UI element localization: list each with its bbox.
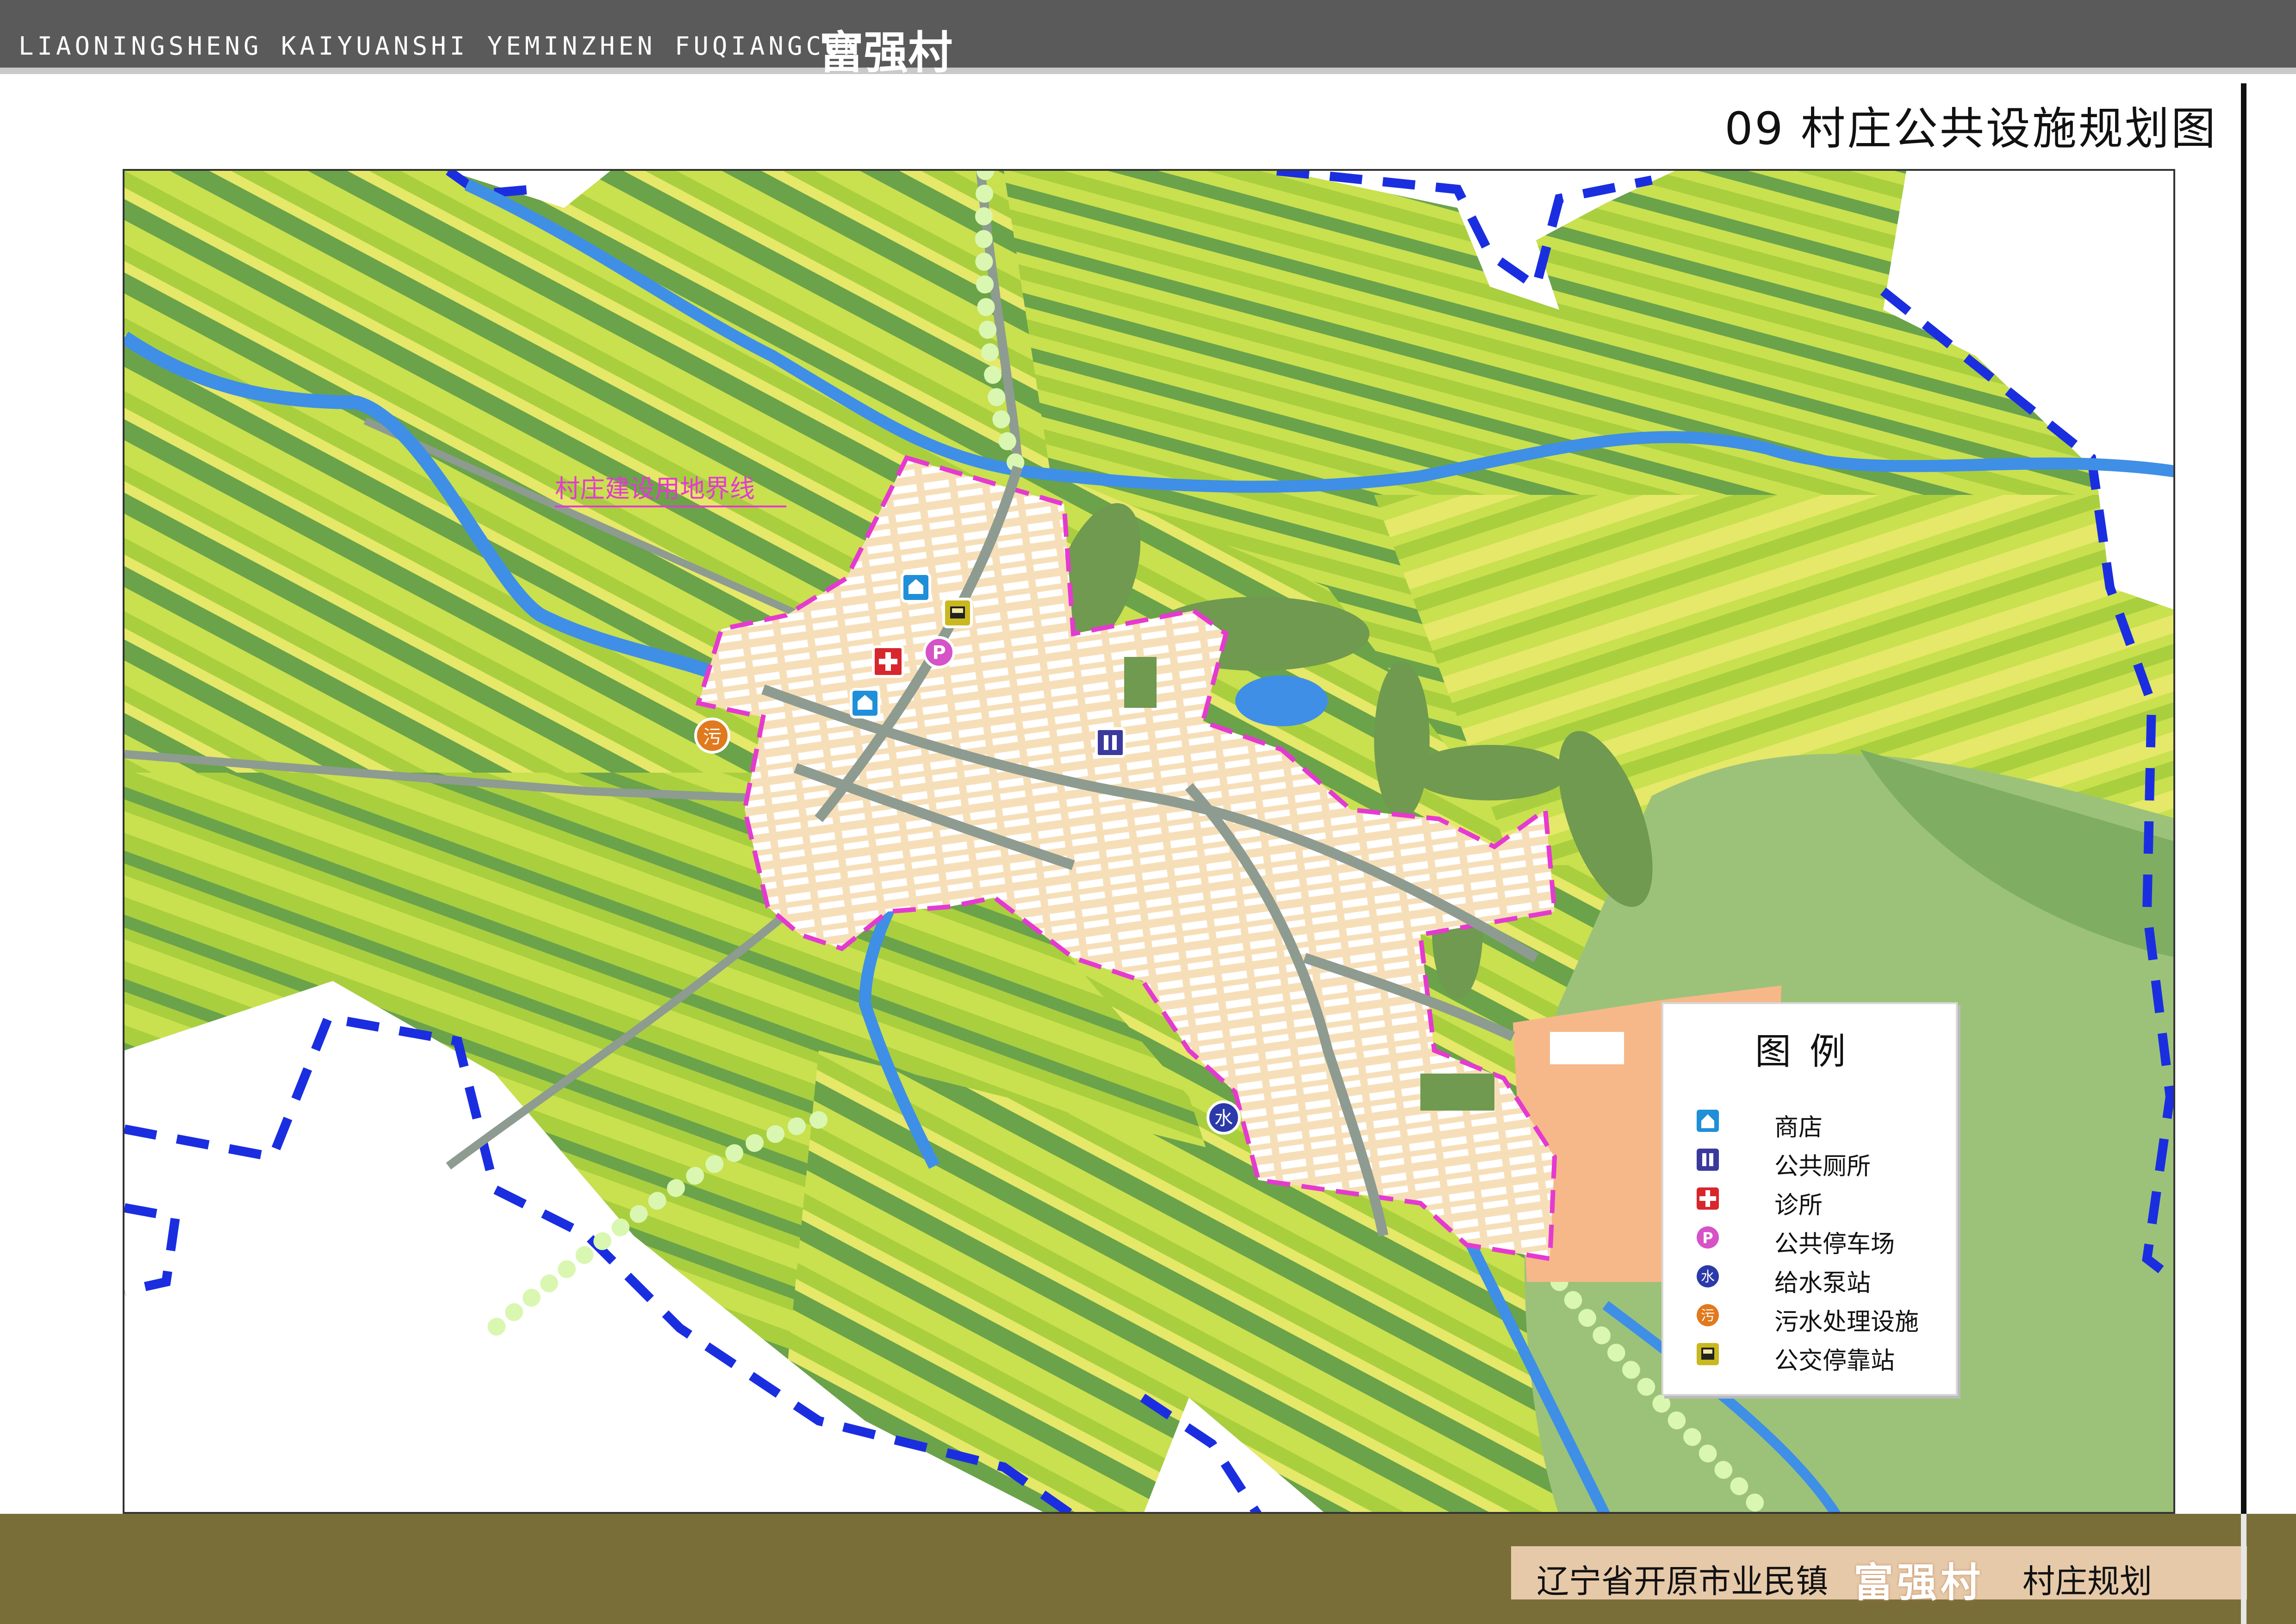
clinic-icon <box>1697 1187 1719 1210</box>
toilet-marker[interactable] <box>1095 727 1126 758</box>
sewage-icon: 污 <box>1697 1304 1719 1326</box>
legend-item-label: 公共厕所 <box>1774 1153 1871 1181</box>
legend-item-label: 商店 <box>1774 1114 1823 1142</box>
shop-marker[interactable] <box>850 688 880 718</box>
water-pump-marker[interactable]: 水 <box>1207 1100 1241 1135</box>
shop-icon <box>1697 1110 1719 1132</box>
legend-title: 图例 <box>1755 1031 1864 1073</box>
parking-icon: P <box>1697 1226 1719 1249</box>
legend-item-label: 公共停车场 <box>1774 1230 1895 1258</box>
woodland-patch <box>1411 745 1568 800</box>
legend-panel: 图例 商店公共厕所诊所 P 公共停车场水 给水泵站污 污水处理设施 公交停靠站 <box>1661 1002 1958 1396</box>
footer-prefix: 辽宁省开原市业民镇 <box>1537 1562 1828 1600</box>
footer-divider <box>2241 1514 2246 1624</box>
clinic-marker[interactable] <box>872 645 904 678</box>
legend-item-label: 公交停靠站 <box>1774 1347 1895 1375</box>
green-plot <box>1420 1074 1494 1111</box>
toilet-icon <box>1697 1149 1719 1171</box>
legend-item-label: 污水处理设施 <box>1774 1308 1919 1336</box>
woodland-patch <box>1374 662 1430 819</box>
header-title-en: LIAONINGSHENG KAIYUANSHI YEMINZHEN FUQIA… <box>19 31 862 61</box>
sewage-marker[interactable]: 污 <box>694 718 730 754</box>
footer-suffix: 村庄规划 <box>2022 1562 2152 1600</box>
legend-item-label: 诊所 <box>1774 1192 1823 1219</box>
water-pump-icon: 水 <box>1697 1265 1719 1287</box>
footer-title: 辽宁省开原市业民镇 富强村 村庄规划 <box>1511 1546 2247 1606</box>
green-plot <box>1124 657 1157 708</box>
svg-text:水: 水 <box>1701 1269 1715 1285</box>
svg-text:污: 污 <box>703 726 722 748</box>
header-bar: LIAONINGSHENG KAIYUANSHI YEMINZHEN FUQIA… <box>0 0 2296 79</box>
parking-marker[interactable]: P <box>923 636 955 668</box>
pond <box>1235 675 1328 726</box>
svg-text:污: 污 <box>1701 1308 1715 1324</box>
svg-text:P: P <box>932 642 946 663</box>
shop-marker[interactable] <box>901 572 931 603</box>
bus-stop-marker[interactable] <box>942 598 973 628</box>
bus-stop-icon <box>1697 1343 1719 1365</box>
legend-item-label: 给水泵站 <box>1774 1269 1871 1297</box>
svg-text:P: P <box>1702 1229 1713 1247</box>
right-divider <box>2241 83 2246 1624</box>
boundary-label: 村庄建设用地界线 <box>555 474 755 503</box>
sheet-title: 09 村庄公共设施规划图 <box>1724 103 2217 155</box>
svg-text:水: 水 <box>1214 1108 1233 1129</box>
header-title-cn: 富强村 <box>819 27 952 79</box>
footer-village: 富强村 <box>1854 1560 1984 1606</box>
industrial-building <box>1550 1032 1624 1064</box>
